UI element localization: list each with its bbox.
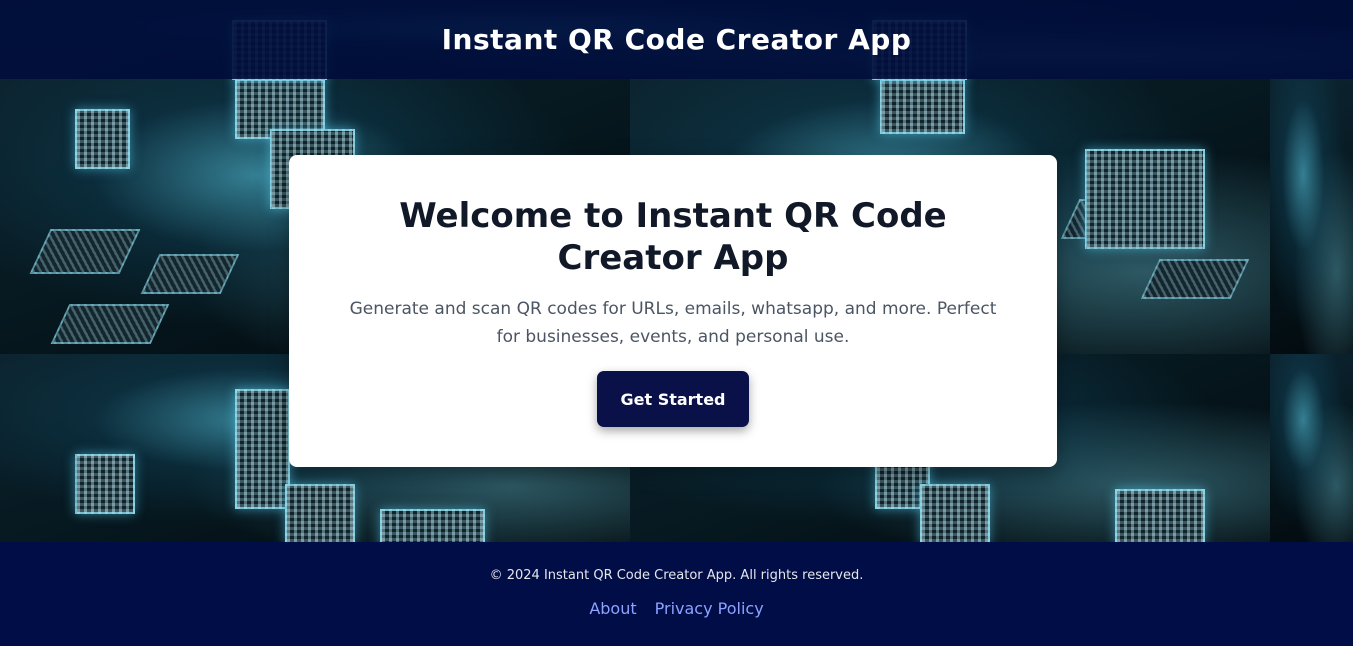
site-footer: © 2024 Instant QR Code Creator App. All … [0,542,1353,646]
footer-link-about[interactable]: About [589,599,636,618]
site-header: Instant QR Code Creator App [0,0,1353,79]
footer-nav: About Privacy Policy [0,599,1353,618]
hero-card: Welcome to Instant QR Code Creator App G… [289,155,1057,467]
footer-link-privacy-policy[interactable]: Privacy Policy [655,599,764,618]
site-title: Instant QR Code Creator App [441,23,912,56]
copyright-text: © 2024 Instant QR Code Creator App. All … [489,568,864,583]
hero-title: Welcome to Instant QR Code Creator App [399,196,947,278]
background-tile [1270,354,1353,542]
background-tile [1270,79,1353,354]
get-started-button[interactable]: Get Started [597,371,749,427]
hero-description: Generate and scan QR codes for URLs, ema… [349,299,997,347]
